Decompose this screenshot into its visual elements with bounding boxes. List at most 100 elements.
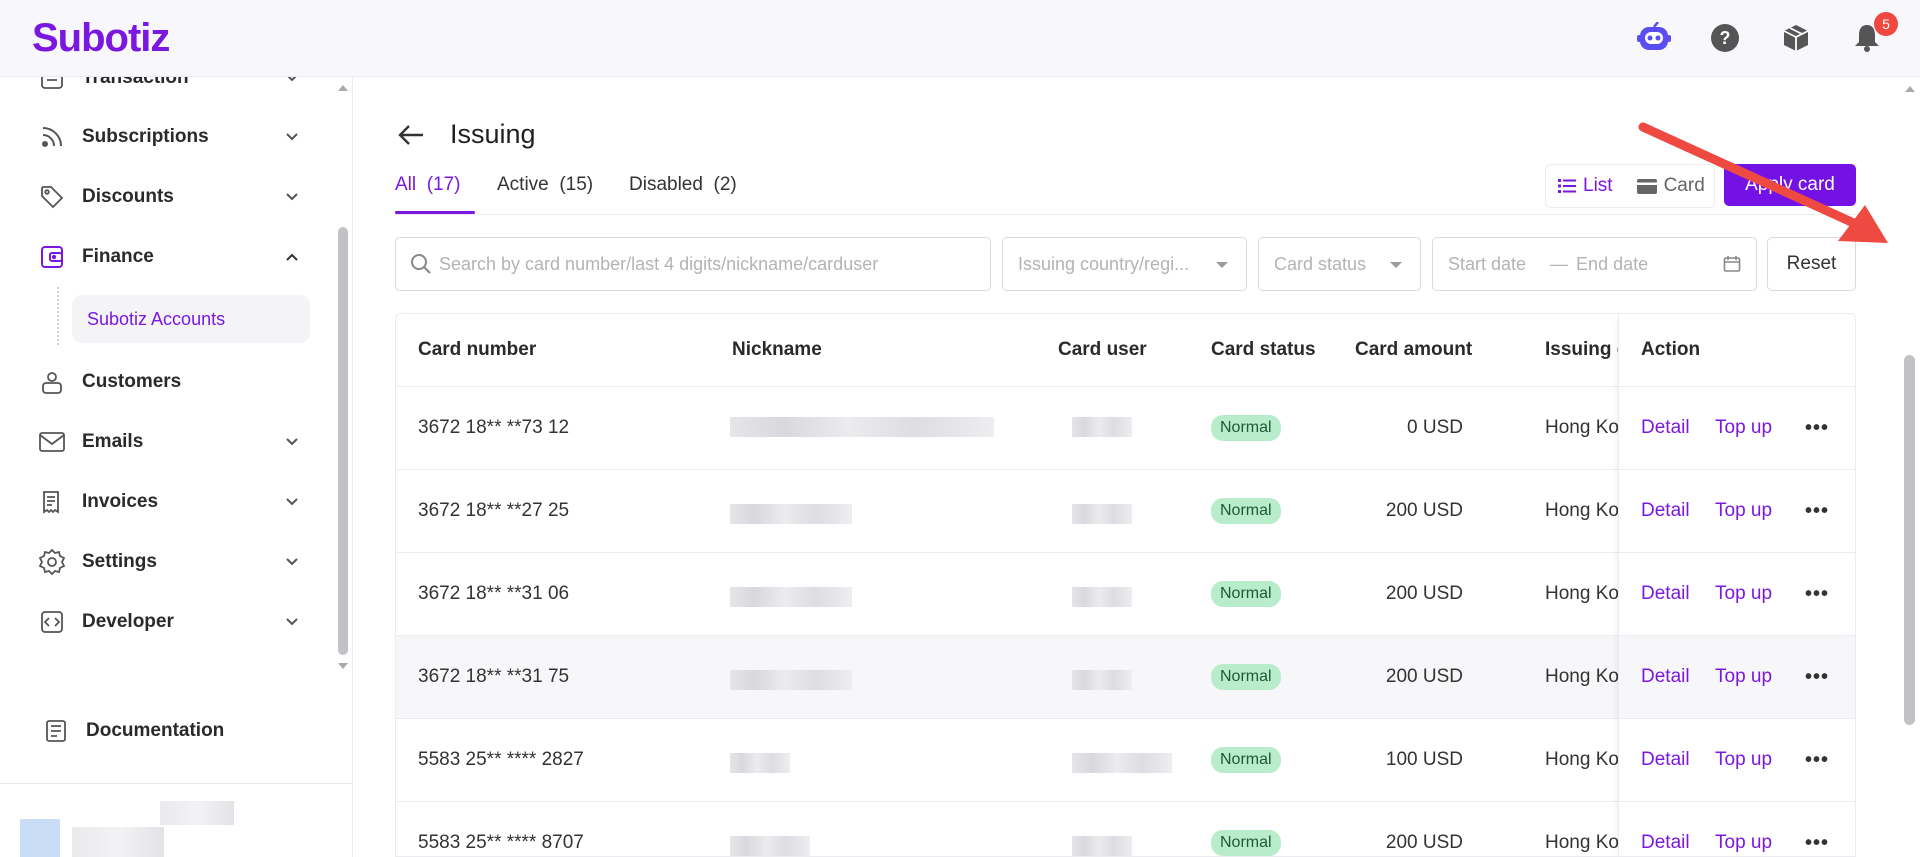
column-header-nickname: Nickname [732,339,822,360]
calendar-icon [1723,256,1741,272]
chevron-down-icon [286,133,298,141]
start-date-placeholder: Start date [1448,253,1527,274]
column-header-card-status: Card status [1211,339,1316,360]
sidebar-item-customers[interactable]: Customers [36,362,302,402]
tabs-divider [395,214,1856,215]
status-cell: Normal [1211,470,1281,552]
issuing-country-select[interactable]: Issuing country/regi... [1002,237,1247,291]
chevron-down-icon [287,77,297,82]
nickname-redacted [730,753,790,773]
more-options-icon[interactable]: ••• [1805,470,1829,552]
sidebar-item-discounts[interactable]: Discounts [36,177,302,217]
top-up-link[interactable]: Top up [1715,470,1772,552]
chevron-down-icon [286,558,298,566]
sidebar-item-documentation[interactable]: Documentation [40,711,306,751]
chevron-down-icon [286,438,298,446]
column-header-action: Action [1641,339,1701,360]
main-scrollbar[interactable] [1899,77,1920,857]
card-user-redacted [1072,504,1132,524]
tab-count: (2) [713,174,737,195]
sidebar-item-settings[interactable]: Settings [36,542,302,582]
apply-card-button[interactable]: Apply card [1724,164,1856,206]
sidebar-item-finance[interactable]: Finance [36,237,302,277]
search-input[interactable]: Search by card number/last 4 digits/nick… [395,237,991,291]
action-cell: Detail Top up ••• [1619,386,1855,469]
receipt-icon [36,77,68,94]
card-view-button[interactable]: Card [1625,165,1717,207]
chevron-down-icon [1390,262,1402,268]
main-scroll-thumb[interactable] [1904,355,1915,725]
sidebar-subitem-subotiz-accounts[interactable]: Subotiz Accounts [72,295,310,343]
tab-all[interactable]: All (17) [395,174,460,196]
country-cell: Hong Kon [1545,749,1630,770]
country-placeholder: Issuing country/regi... [1018,253,1190,274]
more-options-icon[interactable]: ••• [1805,387,1829,469]
card-status-select[interactable]: Card status [1258,237,1421,291]
list-view-button[interactable]: List [1546,165,1625,207]
list-icon [1558,179,1576,193]
detail-link[interactable]: Detail [1641,719,1690,801]
account-info-redacted [160,801,234,825]
column-header-card-amount: Card amount [1355,339,1473,360]
bot-icon[interactable] [1636,20,1672,56]
help-icon[interactable]: ? [1707,20,1743,56]
cards-table: Card number Nickname Card user Card stat… [395,313,1856,857]
detail-link[interactable]: Detail [1641,387,1690,469]
issuing-panel: Issuing All (17) Active (15) Disabled (2… [353,77,1900,857]
code-icon [36,606,68,638]
action-cell: Detail Top up ••• [1619,718,1855,801]
card-icon [1636,178,1657,194]
sidebar-item-subscriptions[interactable]: Subscriptions [36,117,302,157]
column-header-card-number: Card number [418,339,537,360]
top-up-link[interactable]: Top up [1715,387,1772,469]
package-icon[interactable] [1778,20,1814,56]
country-cell: Hong Kon [1545,500,1630,521]
card-user-redacted [1072,670,1132,690]
subotiz-logo[interactable]: Subotiz [32,16,170,61]
sidebar-item-emails[interactable]: Emails [36,422,302,462]
sidebar-footer-divider [0,783,352,784]
reset-button[interactable]: Reset [1767,237,1856,291]
top-up-link[interactable]: Top up [1715,553,1772,635]
card-number-cell: 5583 25** **** 2827 [418,749,584,770]
more-options-icon[interactable]: ••• [1805,636,1829,718]
top-up-link[interactable]: Top up [1715,636,1772,718]
tab-active[interactable]: Active (15) [497,174,593,196]
back-arrow-icon[interactable] [395,119,427,151]
gear-icon [36,546,68,578]
wallet-icon [36,241,68,273]
more-options-icon[interactable]: ••• [1805,719,1829,801]
avatar[interactable] [20,819,60,857]
card-number-cell: 3672 18** **27 25 [418,500,570,521]
detail-link[interactable]: Detail [1641,802,1690,856]
sidebar-item-developer[interactable]: Developer [36,602,302,642]
sidebar-scroll-thumb[interactable] [338,227,348,655]
documentation-icon [40,715,72,747]
country-cell: Hong Kon [1545,832,1630,853]
status-badge: Normal [1211,830,1281,856]
country-cell: Hong Kon [1545,666,1630,687]
date-range-picker[interactable]: Start date — End date [1432,237,1757,291]
chevron-up-icon [286,253,298,261]
card-number-cell: 3672 18** **31 06 [418,583,570,604]
detail-link[interactable]: Detail [1641,553,1690,635]
column-header-issuing-country: Issuing c [1545,339,1628,360]
status-placeholder: Card status [1274,253,1367,274]
top-up-link[interactable]: Top up [1715,719,1772,801]
detail-link[interactable]: Detail [1641,636,1690,718]
status-badge: Normal [1211,415,1281,441]
card-user-redacted [1072,417,1132,437]
status-cell: Normal [1211,719,1281,801]
top-up-link[interactable]: Top up [1715,802,1772,856]
detail-link[interactable]: Detail [1641,470,1690,552]
amount-cell: 0 USD [1407,417,1463,438]
more-options-icon[interactable]: ••• [1805,553,1829,635]
date-separator: — [1550,253,1569,274]
sidebar-item-transaction[interactable]: Transaction [36,77,302,98]
more-options-icon[interactable]: ••• [1805,802,1829,856]
tab-disabled[interactable]: Disabled (2) [629,174,737,196]
amount-cell: 200 USD [1385,832,1463,853]
sidebar-item-label: Transaction [82,77,189,88]
sidebar-item-label: Subscriptions [82,126,209,147]
sidebar-item-invoices[interactable]: Invoices [36,482,302,522]
